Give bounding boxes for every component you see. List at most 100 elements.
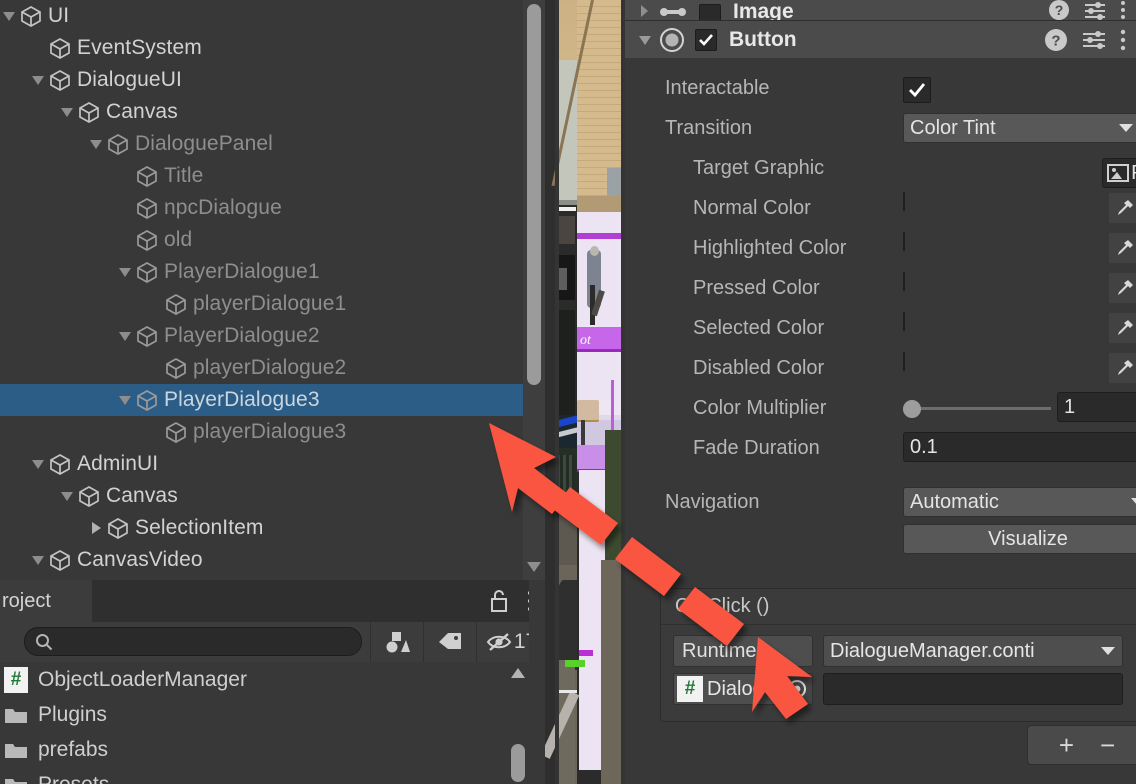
- chevron-down-icon[interactable]: [118, 330, 132, 342]
- chevron-down-icon[interactable]: [118, 394, 132, 406]
- selected-color-eyedropper-button[interactable]: [1109, 313, 1136, 343]
- button-component-title: Button: [729, 27, 797, 51]
- chevron-down-icon[interactable]: [2, 10, 16, 22]
- chevron-down-icon[interactable]: [118, 266, 132, 278]
- hierarchy-scrollbar[interactable]: [523, 0, 545, 580]
- scroll-down-arrow-icon[interactable]: [526, 560, 542, 574]
- normal-color-eyedropper-button[interactable]: [1109, 193, 1136, 223]
- target-graphic-objectfield[interactable]: PlayerDialogue: [1102, 158, 1136, 188]
- foldout-toggle[interactable]: [87, 512, 105, 544]
- preset-icon[interactable]: [1084, 0, 1106, 20]
- hierarchy-item-eventsystem[interactable]: EventSystem: [0, 32, 545, 64]
- chevron-right-icon[interactable]: [90, 521, 102, 535]
- hierarchy-item-old[interactable]: old: [0, 224, 545, 256]
- hierarchy-scrollbar-thumb[interactable]: [527, 4, 541, 385]
- project-scrollbar[interactable]: [507, 662, 529, 784]
- chevron-down-icon[interactable]: [31, 554, 45, 566]
- image-component-header[interactable]: Image ?: [625, 0, 1136, 26]
- preset-icon[interactable]: [1082, 29, 1106, 51]
- project-file-row[interactable]: Presets: [0, 767, 545, 784]
- target-object-picker-button[interactable]: [782, 674, 812, 704]
- hierarchy-item-npcdialogue[interactable]: npcDialogue: [0, 192, 545, 224]
- button-header-icons: ?: [1044, 21, 1126, 58]
- scene-view-strip[interactable]: ot: [545, 0, 625, 784]
- hierarchy-item-title[interactable]: Title: [0, 160, 545, 192]
- scroll-up-arrow-icon[interactable]: [510, 666, 526, 680]
- chevron-down-icon[interactable]: [89, 138, 103, 150]
- hierarchy-item-label: PlayerDialogue2: [164, 324, 320, 347]
- hierarchy-item-dialogueui[interactable]: DialogueUI: [0, 64, 545, 96]
- hierarchy-item-canvas[interactable]: Canvas: [0, 96, 545, 128]
- hierarchy-item-playerdialogue1[interactable]: PlayerDialogue1: [0, 256, 545, 288]
- help-icon[interactable]: ?: [1044, 28, 1068, 52]
- hierarchy-item-playerdialogue1[interactable]: playerDialogue1: [0, 288, 545, 320]
- search-input[interactable]: [24, 627, 362, 656]
- button-enabled-checkbox[interactable]: [695, 28, 717, 51]
- chevron-down-icon[interactable]: [60, 106, 74, 118]
- lock-open-icon[interactable]: [489, 589, 509, 613]
- parameter-field[interactable]: [823, 673, 1123, 705]
- foldout-toggle[interactable]: [29, 544, 47, 576]
- project-file-row[interactable]: prefabs: [0, 732, 545, 767]
- chevron-right-icon[interactable]: [637, 4, 651, 18]
- runtime-mode-dropdown[interactable]: Runtime: [673, 635, 813, 667]
- search-field[interactable]: [61, 631, 341, 652]
- hierarchy-item-adminui[interactable]: AdminUI: [0, 448, 545, 480]
- hierarchy-item-playerdialogue3[interactable]: playerDialogue3: [0, 416, 545, 448]
- project-file-row[interactable]: Plugins: [0, 697, 545, 732]
- gameobject-cube-icon: [166, 422, 186, 443]
- hierarchy-item-dialoguepanel[interactable]: DialoguePanel: [0, 128, 545, 160]
- kebab-menu-icon[interactable]: [1120, 28, 1126, 52]
- interactable-checkbox[interactable]: [903, 77, 931, 103]
- color-multiplier-slider[interactable]: [903, 393, 1051, 423]
- foldout-toggle[interactable]: [116, 256, 134, 288]
- help-icon[interactable]: ?: [1048, 0, 1070, 21]
- hierarchy-item-canvasvideo[interactable]: CanvasVideo: [0, 544, 545, 576]
- foldout-toggle[interactable]: [116, 320, 134, 352]
- pressed-color-swatch[interactable]: [903, 272, 905, 291]
- hierarchy-item-ui[interactable]: UI: [0, 0, 545, 32]
- navigation-dropdown[interactable]: Automatic: [903, 487, 1136, 517]
- highlighted-color-eyedropper-button[interactable]: [1109, 233, 1136, 263]
- chevron-down-icon[interactable]: [31, 458, 45, 470]
- hierarchy-item-selectionitem[interactable]: SelectionItem: [0, 512, 545, 544]
- disabled-color-swatch[interactable]: [903, 352, 905, 371]
- foldout-toggle[interactable]: [87, 128, 105, 160]
- foldout-toggle[interactable]: [58, 480, 76, 512]
- project-file-row[interactable]: # ObjectLoaderManager: [0, 662, 545, 697]
- chevron-down-icon[interactable]: [60, 490, 74, 502]
- filter-by-type-button[interactable]: [370, 622, 423, 662]
- highlighted-color-swatch[interactable]: [903, 232, 905, 251]
- gameobject-icon: [134, 224, 160, 256]
- hierarchy-item-playerdialogue2[interactable]: playerDialogue2: [0, 352, 545, 384]
- button-component-header[interactable]: Button ?: [625, 20, 1136, 58]
- disabled-color-eyedropper-button[interactable]: [1109, 353, 1136, 383]
- color-multiplier-value-input[interactable]: 1: [1057, 392, 1136, 422]
- chevron-down-icon[interactable]: [637, 33, 653, 47]
- slider-knob[interactable]: [903, 400, 921, 418]
- target-object-field[interactable]: # Dialog: [673, 673, 813, 705]
- add-event-button[interactable]: +: [1059, 730, 1074, 761]
- selected-color-swatch[interactable]: [903, 312, 905, 331]
- hierarchy-item-playerdialogue2[interactable]: PlayerDialogue2: [0, 320, 545, 352]
- normal-color-swatch[interactable]: [903, 192, 905, 211]
- transition-dropdown[interactable]: Color Tint: [903, 113, 1136, 143]
- project-scrollbar-thumb[interactable]: [511, 744, 525, 782]
- foldout-toggle[interactable]: [116, 384, 134, 416]
- filter-by-label-button[interactable]: [423, 622, 476, 662]
- filter-by-type-icon: [386, 632, 410, 653]
- remove-event-button[interactable]: −: [1100, 730, 1115, 761]
- foldout-toggle[interactable]: [29, 448, 47, 480]
- pressed-color-eyedropper-button[interactable]: [1109, 273, 1136, 303]
- hierarchy-item-canvas[interactable]: Canvas: [0, 480, 545, 512]
- visualize-button[interactable]: Visualize: [903, 524, 1136, 554]
- foldout-toggle[interactable]: [58, 96, 76, 128]
- chevron-down-icon[interactable]: [31, 74, 45, 86]
- foldout-toggle[interactable]: [0, 0, 18, 32]
- kebab-menu-icon[interactable]: [1120, 0, 1126, 21]
- tab-project[interactable]: roject: [0, 580, 92, 622]
- method-dropdown[interactable]: DialogueManager.conti: [823, 635, 1123, 667]
- fade-duration-input[interactable]: 0.1: [903, 432, 1136, 462]
- hierarchy-item-playerdialogue3[interactable]: PlayerDialogue3: [0, 384, 545, 416]
- foldout-toggle[interactable]: [29, 64, 47, 96]
